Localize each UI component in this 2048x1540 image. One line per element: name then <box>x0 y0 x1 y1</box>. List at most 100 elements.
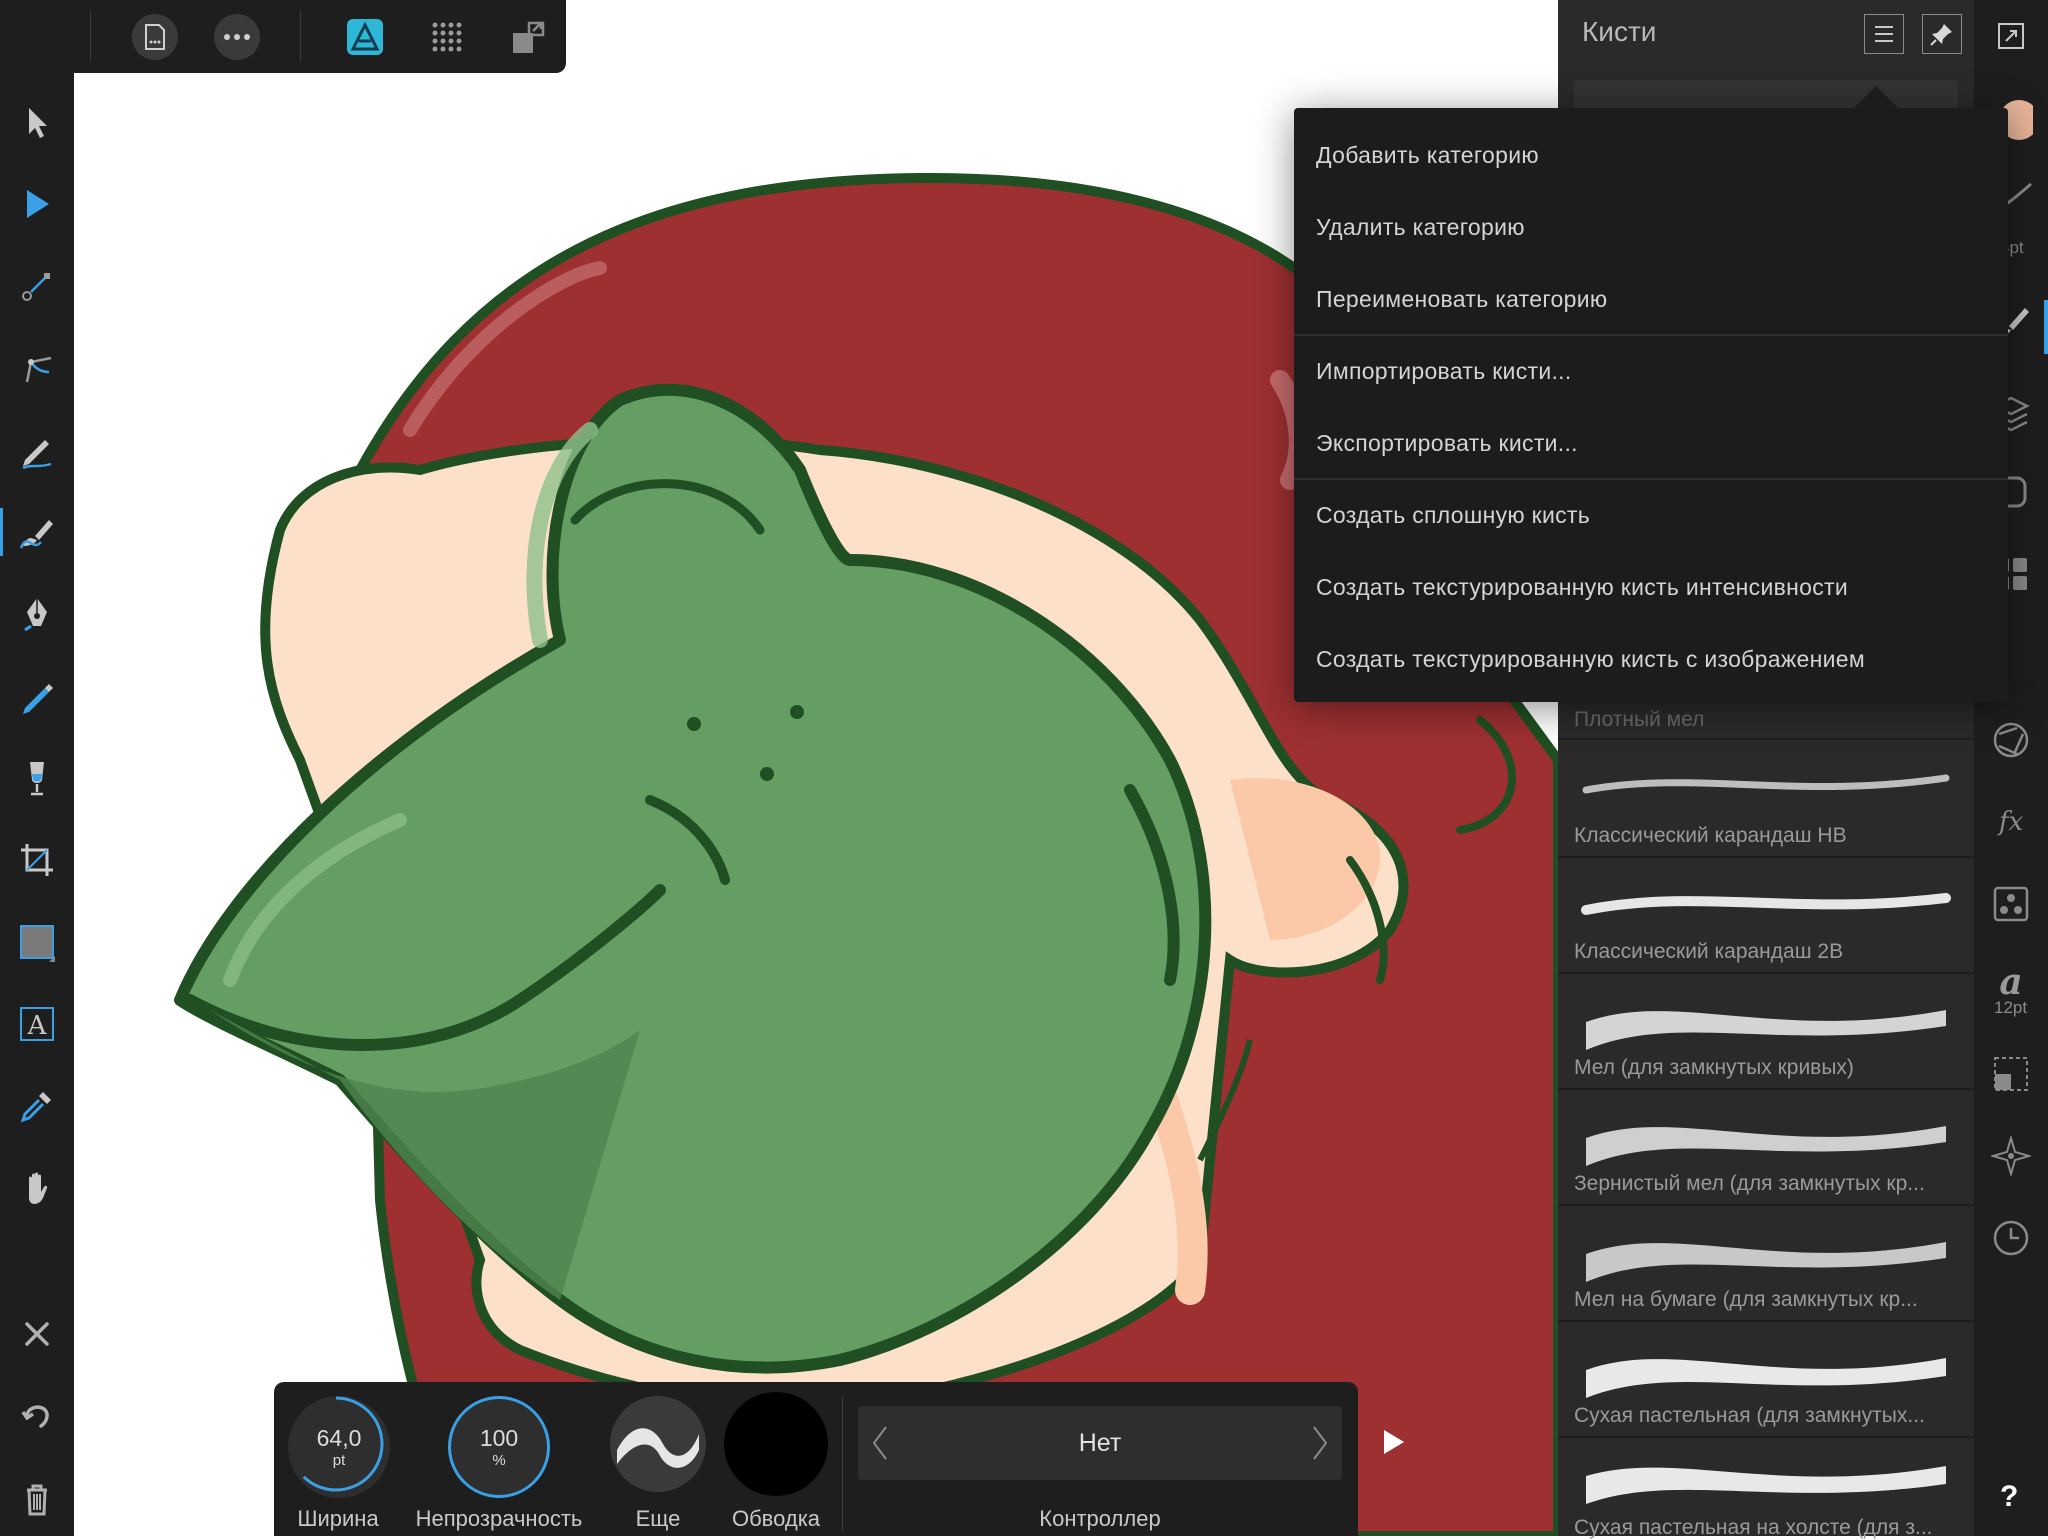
menu-item-import-brushes[interactable]: Импортировать кисти... <box>1316 358 1572 385</box>
export-persona-icon <box>513 21 545 53</box>
rectangle-tool[interactable] <box>13 918 61 966</box>
pen-tool[interactable] <box>13 590 61 638</box>
text-size-label: 12pt <box>1994 998 2028 1017</box>
designer-persona-button[interactable] <box>342 14 388 60</box>
fx-studio-button[interactable]: fx <box>1989 800 2033 844</box>
active-studio-indicator <box>2044 300 2048 354</box>
text-a-icon: a <box>1999 962 2022 1002</box>
panel-pin-button[interactable] <box>1922 14 1962 54</box>
top-bar <box>0 0 566 73</box>
help-button[interactable]: ? <box>2000 1480 2018 1514</box>
more-brush-settings[interactable] <box>610 1396 706 1492</box>
pin-icon <box>1930 24 1952 46</box>
styles-icon <box>1993 886 2029 922</box>
pencil-blue-tool[interactable] <box>13 672 61 720</box>
node-tool[interactable] <box>13 180 61 228</box>
brush-item[interactable]: Мел (для замкнутых кривых) <box>1558 972 1974 1090</box>
play-triangle-icon <box>1384 1430 1404 1454</box>
menu-item-create-solid-brush[interactable]: Создать сплошную кисть <box>1316 502 1590 529</box>
menu-item-create-intensity-brush[interactable]: Создать текстурированную кисть интенсивн… <box>1316 574 1848 601</box>
brush-item[interactable]: Сухая пастельная на холсте (для з... <box>1558 1436 1974 1539</box>
delete-button[interactable] <box>13 1474 61 1522</box>
move-tool[interactable] <box>13 98 61 146</box>
vector-brush-icon <box>19 520 53 549</box>
brush-item[interactable]: Сухая пастельная (для замкнутых... <box>1558 1320 1974 1438</box>
menu-item-add-category[interactable]: Добавить категорию <box>1316 142 1539 169</box>
hand-icon <box>29 1172 48 1204</box>
vector-brush-tool[interactable] <box>0 508 61 556</box>
opacity-control[interactable]: 100 % <box>448 1396 550 1498</box>
opacity-unit: % <box>492 1452 506 1469</box>
styles-studio-button[interactable] <box>1989 882 2033 926</box>
panel-title: Кисти <box>1582 16 1657 47</box>
stroke-color-well[interactable] <box>724 1392 828 1496</box>
brush-stroke-preview <box>617 1428 699 1468</box>
menu-item-delete-category[interactable]: Удалить категорию <box>1316 214 1525 241</box>
node-arrow-icon <box>27 190 49 218</box>
undo-button[interactable] <box>13 1392 61 1440</box>
menu-separator <box>1294 334 2008 336</box>
brush-preview <box>1581 893 1951 915</box>
clock-icon <box>1993 1220 2029 1256</box>
menu-item-rename-category[interactable]: Переименовать категорию <box>1316 286 1607 313</box>
brush-label: Мел (для замкнутых кривых) <box>1574 1056 1854 1079</box>
document-button[interactable] <box>132 14 178 60</box>
brush-preview <box>1586 1126 1946 1166</box>
brushes-context-menu: Добавить категорию Удалить категорию Пер… <box>1294 86 2008 702</box>
toolbar-expand-button[interactable] <box>1374 1422 1414 1462</box>
fill-tool[interactable] <box>13 754 61 802</box>
rectangle-icon <box>20 925 55 962</box>
pixel-persona-button[interactable] <box>424 14 470 60</box>
text-tool-icon: A <box>20 1007 54 1041</box>
transparency-studio-button[interactable] <box>1989 718 2033 762</box>
brush-item[interactable]: Классический карандаш HB <box>1558 740 1974 858</box>
point-transform-tool[interactable] <box>13 262 61 310</box>
brush-label: Зернистый мел (для замкнутых кр... <box>1574 1172 1925 1195</box>
panel-menu-button[interactable] <box>1864 14 1904 54</box>
chevron-right-icon[interactable] <box>1310 1423 1330 1463</box>
toolbar-separator <box>842 1396 843 1532</box>
menu-item-export-brushes[interactable]: Экспортировать кисти... <box>1316 430 1578 457</box>
pencil-tool[interactable] <box>13 426 61 474</box>
fullscreen-button[interactable] <box>1989 14 2033 58</box>
context-toolbar: 64,0 pt Ширина 100 % Непрозрачность Еще … <box>274 1382 1358 1536</box>
top-separator <box>300 10 301 62</box>
close-button[interactable] <box>13 1310 61 1358</box>
width-ring <box>288 1396 384 1492</box>
transform-studio-button[interactable] <box>1989 1052 2033 1096</box>
menu-pointer <box>1854 86 1898 108</box>
view-tool[interactable] <box>13 1164 61 1212</box>
document-icon <box>145 24 165 50</box>
brush-preview <box>1586 1358 1946 1398</box>
width-label: Ширина <box>297 1506 379 1531</box>
navigator-studio-button[interactable] <box>1989 1134 2033 1178</box>
brush-item[interactable]: Классический карандаш 2B <box>1558 856 1974 974</box>
menu-item-create-image-brush[interactable]: Создать текстурированную кисть с изображ… <box>1316 646 1865 673</box>
move-arrow-icon <box>29 108 47 138</box>
artistic-text-tool[interactable]: A <box>13 1000 61 1048</box>
brush-item[interactable]: Зернистый мел (для замкнутых кр... <box>1558 1088 1974 1206</box>
svg-text:A: A <box>27 1011 48 1041</box>
pen-nib-icon <box>24 598 47 632</box>
width-control[interactable]: 64,0 pt <box>288 1396 390 1498</box>
opacity-label: Непрозрачность <box>415 1506 583 1531</box>
eyedropper-icon <box>20 1092 51 1123</box>
more-dots-icon <box>224 34 250 40</box>
brush-item[interactable]: Мел на бумаге (для замкнутых кр... <box>1558 1204 1974 1322</box>
aperture-icon <box>1993 722 2029 758</box>
history-studio-button[interactable] <box>1989 1216 2033 1260</box>
controller-selector[interactable]: Нет <box>858 1406 1342 1480</box>
menu-separator <box>1294 478 2008 480</box>
corner-tool[interactable] <box>13 344 61 392</box>
brush-item[interactable]: Плотный мел <box>1558 700 1974 740</box>
svg-text:fx: fx <box>1997 807 2024 837</box>
crop-tool[interactable] <box>13 836 61 884</box>
more-label: Еще <box>635 1506 681 1531</box>
brush-label: Мел на бумаге (для замкнутых кр... <box>1574 1288 1918 1311</box>
stroke-label: Обводка <box>731 1506 821 1531</box>
fx-icon: fx <box>1997 807 2024 837</box>
export-persona-button[interactable] <box>506 14 552 60</box>
point-transform-icon <box>22 273 50 301</box>
more-options-button[interactable] <box>214 14 260 60</box>
color-picker-tool[interactable] <box>13 1082 61 1130</box>
